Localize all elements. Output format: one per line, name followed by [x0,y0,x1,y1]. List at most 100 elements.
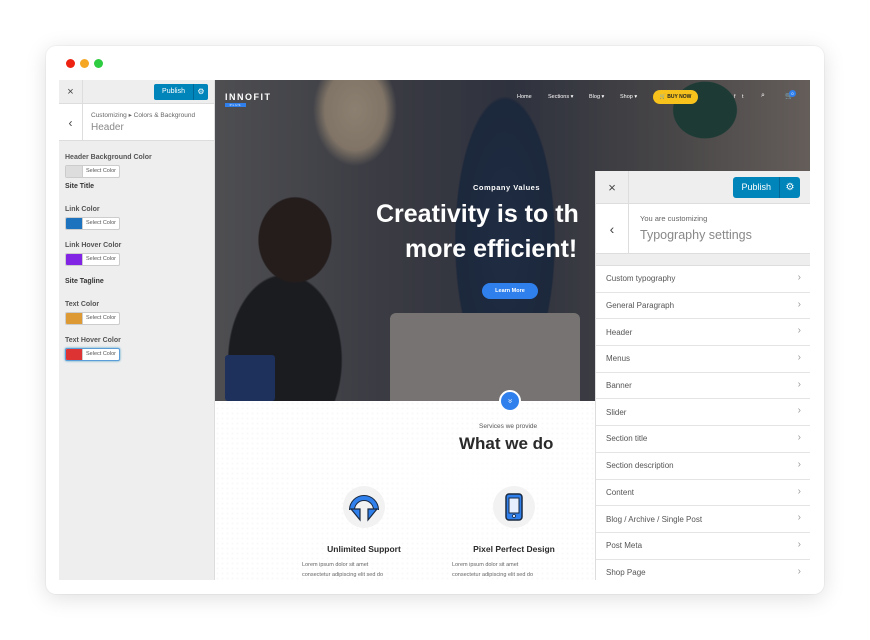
chevron-right-icon: › [797,298,801,310]
menu-item-slider[interactable]: Slider › [596,399,810,427]
menu-item-content[interactable]: Content › [596,479,810,507]
menu-item-blog-archive-single-post[interactable]: Blog / Archive / Single Post › [596,506,810,533]
menu-item-label: Blog / Archive / Single Post [606,514,703,524]
service-icon-wrap [343,486,385,528]
search-icon[interactable]: ⌕ [761,92,765,100]
menu-item-label: Slider [606,407,627,417]
publish-button[interactable]: Publish [154,84,194,100]
nav-blog[interactable]: Blog ▾ [589,94,604,100]
color-field-label: Text Hover Color [65,337,121,344]
select-color-label: Select Color [86,220,116,226]
service-card-text: Lorem ipsum dolor sit amet consectetur a… [449,560,579,580]
menu-item-label: Section description [606,461,674,471]
buy-now-button[interactable]: 🛒 BUY NOW [653,90,698,104]
menu-item-post-meta[interactable]: Post Meta › [596,532,810,560]
select-color-button[interactable]: Select Color [65,253,120,266]
menu-item-label: Header [606,327,633,337]
section-header: ‹ Customizing ▸ Colors & Background Head… [59,104,214,141]
menu-item-shop-page[interactable]: Shop Page › [596,559,810,580]
typography-menu: Custom typography › General Paragraph › Head… [596,265,810,580]
nav-home[interactable]: Home [517,94,532,100]
customizer-header-bar: × Publish ⚙ [59,80,214,104]
select-color-label: Select Color [86,315,116,321]
gear-icon[interactable]: ⚙ [194,84,208,100]
select-color-button[interactable]: Select Color [65,312,120,325]
section-title: Header [91,122,124,133]
site-logo-badge: PLUS [225,103,246,107]
headset-icon [349,495,379,522]
site-logo[interactable]: INNOFIT [225,92,272,102]
menu-item-header[interactable]: Header › [596,319,810,347]
learn-more-button[interactable]: Learn More [482,283,538,299]
facebook-icon[interactable]: f [734,94,736,100]
close-customizer-button[interactable]: × [59,80,83,104]
hero-subtitle: Company Values [473,183,541,192]
section-heading: Site Title [65,183,95,190]
window-close-dot[interactable] [66,59,75,68]
menu-item-label: Banner [606,381,632,391]
select-color-button[interactable]: Select Color [65,217,120,230]
color-field: Link Hover Color Select Color [65,242,121,266]
menu-item-section-title[interactable]: Section title › [596,426,810,453]
select-color-label: Select Color [86,351,116,357]
hero-title-line-2: more efficient! [405,235,578,263]
publish-button-group: Publish ⚙ [154,84,208,100]
close-customizer-button[interactable]: × [596,171,629,204]
menu-item-general-paragraph[interactable]: General Paragraph › [596,292,810,320]
services-subtitle: Services we provide [479,423,538,430]
service-card: Pixel Perfect Design Lorem ipsum dolor s… [449,486,579,580]
menu-item-section-description[interactable]: Section description › [596,452,810,480]
hero-title-line-1: Creativity is to th [376,200,579,228]
twitter-icon[interactable]: t [742,94,744,100]
color-swatch [66,254,83,265]
chevron-left-icon: ‹ [68,115,73,130]
gear-icon[interactable]: ⚙ [780,177,800,198]
customizer-header-bar: × Publish ⚙ [596,171,810,204]
chevron-right-icon: › [797,458,801,470]
menu-item-banner[interactable]: Banner › [596,372,810,400]
service-card: Unlimited Support Lorem ipsum dolor sit … [299,486,429,580]
menu-item-label: Custom typography [606,274,676,284]
back-button[interactable]: ‹ [59,104,83,141]
chevron-right-icon: › [797,352,801,364]
service-icon-wrap [493,486,535,528]
select-color-button[interactable]: Select Color [65,348,120,361]
chevron-right-icon: › [797,378,801,390]
nav-sections[interactable]: Sections ▾ [548,94,573,100]
window-maximize-dot[interactable] [94,59,103,68]
section-header: ‹ You are customizing Typography setting… [596,204,810,254]
color-field: Header Background Color Select Color [65,154,152,178]
nav-shop[interactable]: Shop ▾ [620,94,637,100]
service-card-text-line: consectetur adipiscing elit sed do [302,572,384,578]
chevron-right-icon: › [797,405,801,417]
publish-button-group: Publish ⚙ [733,177,800,198]
services-title: What we do [459,434,554,453]
scroll-down-button[interactable]: » [499,390,521,412]
service-card-title: Pixel Perfect Design [473,544,555,554]
chevron-right-icon: › [797,325,801,337]
breadcrumb: You are customizing [640,214,708,223]
color-field-label: Header Background Color [65,154,152,161]
color-field-label: Link Hover Color [65,242,122,249]
publish-button[interactable]: Publish [733,177,780,198]
chevron-right-icon: › [797,565,801,577]
color-field: Text Color Select Color [65,301,120,325]
menu-item-menus[interactable]: Menus › [596,346,810,373]
color-field-label: Link Color [65,206,100,213]
menu-item-custom-typography[interactable]: Custom typography › [596,266,810,293]
color-field-label: Text Color [65,301,100,308]
color-field: Link Color Select Color [65,206,120,230]
color-swatch [66,313,83,324]
chevron-left-icon: ‹ [609,221,615,237]
window-minimize-dot[interactable] [80,59,89,68]
service-card-text-line: consectetur adipiscing elit sed do [452,572,534,578]
back-button[interactable]: ‹ [596,204,629,254]
color-swatch [66,349,83,360]
chevron-right-icon: › [797,272,801,283]
menu-item-label: Shop Page [606,567,646,577]
breadcrumb: Customizing ▸ Colors & Background [91,112,196,119]
select-color-label: Select Color [86,256,116,262]
select-color-button[interactable]: Select Color [65,165,120,178]
chevron-right-icon: › [797,538,801,550]
section-heading: Site Tagline [65,278,104,285]
